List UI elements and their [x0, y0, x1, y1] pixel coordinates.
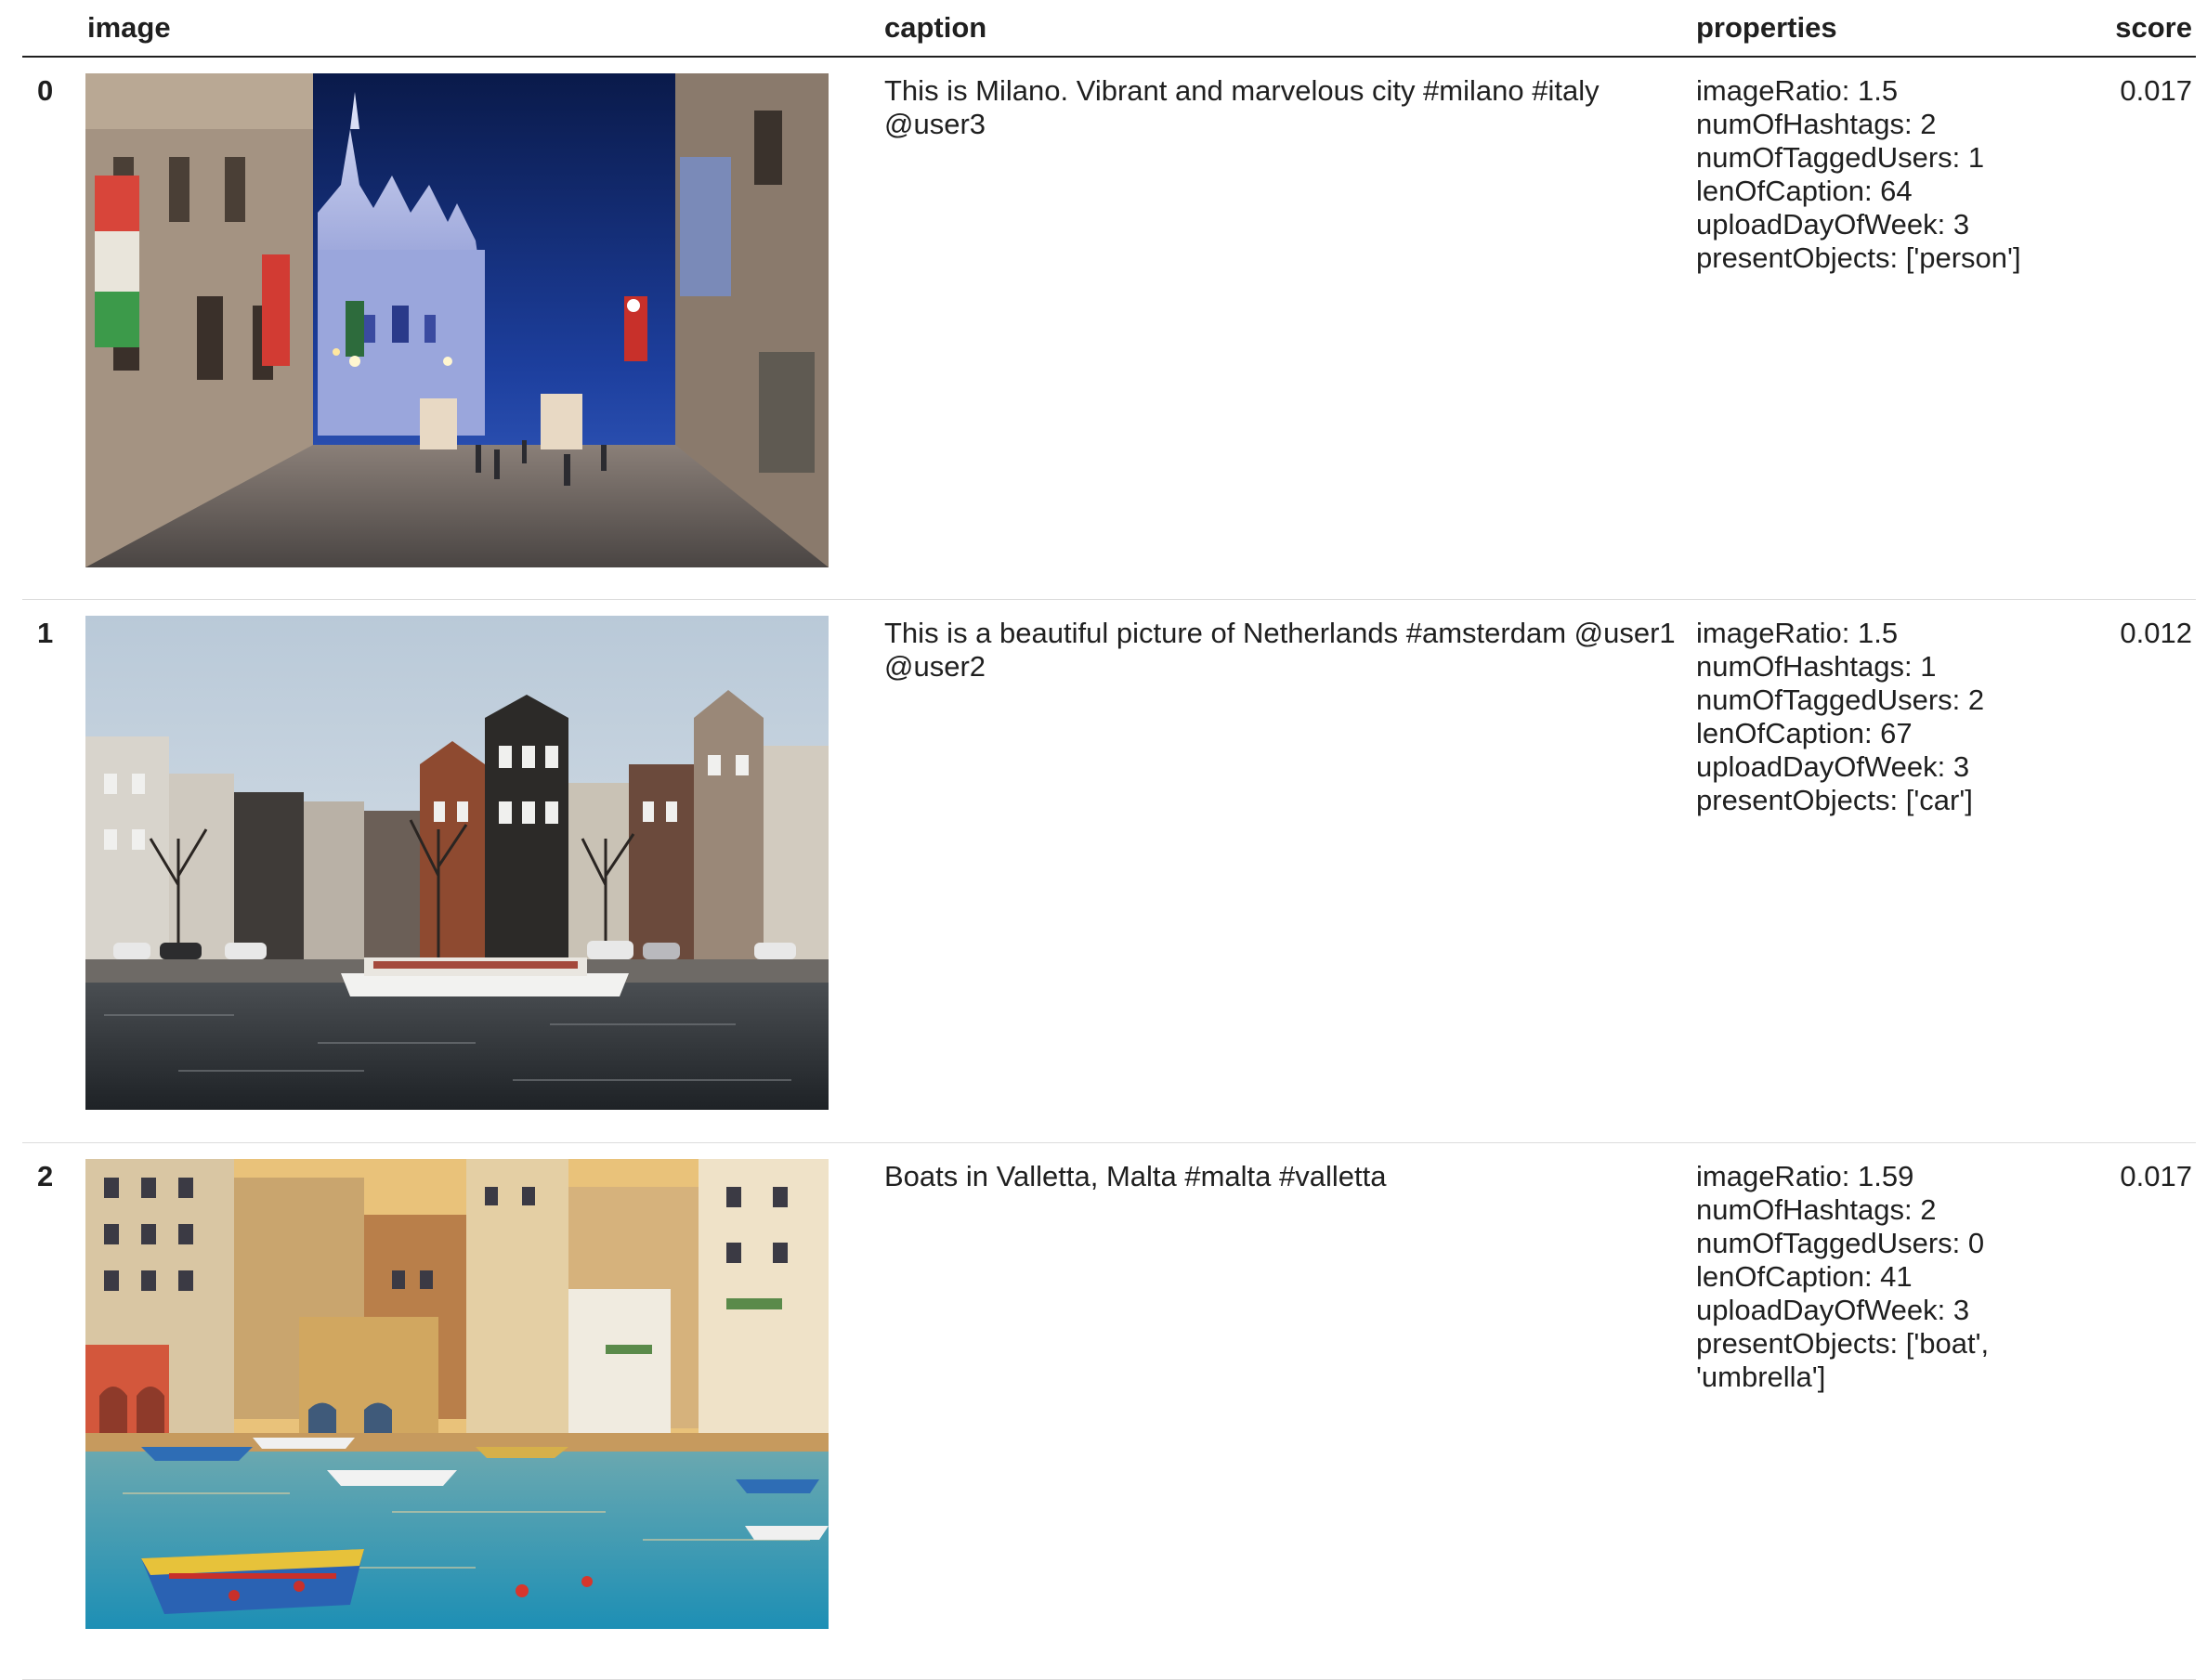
milan-cathedral-photo: [85, 73, 829, 567]
property-present-objects: presentObjects: ['boat',: [1696, 1327, 1990, 1360]
properties-cell: imageRatio: 1.59 numOfHashtags: 2 numOfT…: [1681, 1142, 2106, 1680]
header-index: [22, 0, 85, 58]
caption-text: This is a beautiful picture of Netherlan…: [864, 599, 1681, 1143]
property-image-ratio: imageRatio: 1.59: [1696, 1160, 1914, 1192]
property-upload-day: uploadDayOfWeek: 3: [1696, 750, 1970, 783]
property-len-caption: lenOfCaption: 64: [1696, 175, 1913, 207]
table-row: 2 Boats in Valletta, Malta #malta #valle…: [22, 1142, 2196, 1680]
row-index: 0: [22, 57, 85, 600]
property-len-caption: lenOfCaption: 41: [1696, 1260, 1913, 1293]
properties-cell: imageRatio: 1.5 numOfHashtags: 1 numOfTa…: [1681, 599, 2106, 1143]
properties-cell: imageRatio: 1.5 numOfHashtags: 2 numOfTa…: [1681, 57, 2106, 600]
table-header-row: image caption properties score: [22, 0, 2196, 58]
property-present-objects: presentObjects: ['person']: [1696, 241, 2021, 274]
header-score: score: [2106, 0, 2196, 58]
table-row: 1 This is a beautiful picture of Netherl…: [22, 599, 2196, 1143]
valletta-harbour-photo: [85, 1159, 829, 1653]
property-num-hashtags: numOfHashtags: 1: [1696, 650, 1937, 683]
image-cell: [85, 1142, 864, 1680]
caption-text: Boats in Valletta, Malta #malta #vallett…: [864, 1142, 1681, 1680]
property-upload-day: uploadDayOfWeek: 3: [1696, 208, 1970, 241]
row-index: 2: [22, 1142, 85, 1680]
score-value: 0.017: [2106, 1142, 2196, 1680]
results-table-container: image caption properties score 0 This is…: [22, 0, 2196, 1680]
results-table: image caption properties score 0 This is…: [22, 0, 2196, 1680]
property-num-tagged-users: numOfTaggedUsers: 1: [1696, 141, 1985, 174]
image-cell: [85, 57, 864, 600]
caption-text: This is Milano. Vibrant and marvelous ci…: [864, 57, 1681, 600]
property-num-hashtags: numOfHashtags: 2: [1696, 1193, 1937, 1226]
amsterdam-canal-photo: [85, 616, 829, 1110]
image-cell: [85, 599, 864, 1143]
property-image-ratio: imageRatio: 1.5: [1696, 74, 1899, 107]
table-row: 0 This is Milano. Vibrant and marvelous …: [22, 57, 2196, 600]
score-value: 0.012: [2106, 599, 2196, 1143]
property-upload-day: uploadDayOfWeek: 3: [1696, 1294, 1970, 1326]
property-num-hashtags: numOfHashtags: 2: [1696, 108, 1937, 140]
score-value: 0.017: [2106, 57, 2196, 600]
header-properties: properties: [1681, 0, 2106, 58]
property-present-objects: presentObjects: ['car']: [1696, 784, 1973, 816]
header-image: image: [85, 0, 864, 58]
row-index: 1: [22, 599, 85, 1143]
header-caption: caption: [864, 0, 1681, 58]
property-num-tagged-users: numOfTaggedUsers: 0: [1696, 1227, 1985, 1259]
property-len-caption: lenOfCaption: 67: [1696, 717, 1913, 749]
property-num-tagged-users: numOfTaggedUsers: 2: [1696, 684, 1985, 716]
property-present-objects-continued: 'umbrella']: [1696, 1361, 1826, 1393]
property-image-ratio: imageRatio: 1.5: [1696, 617, 1899, 649]
